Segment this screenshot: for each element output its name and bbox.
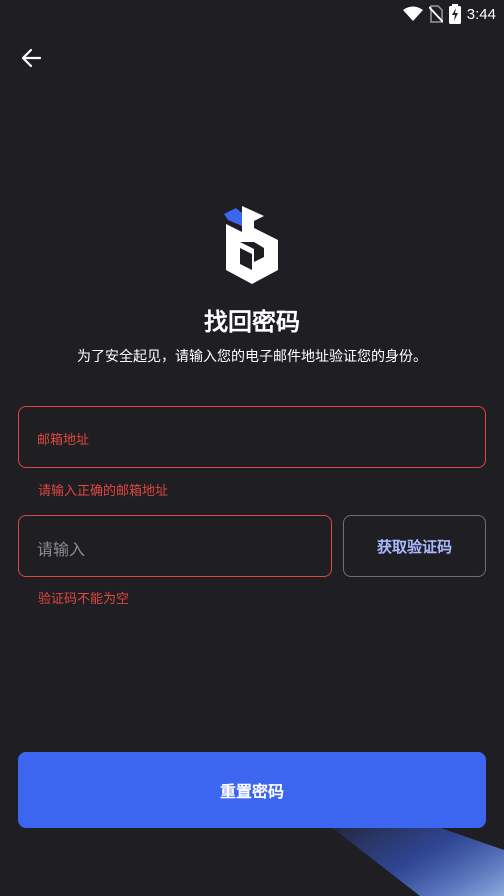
status-icons: 3:44 [402, 4, 496, 24]
reset-password-button[interactable]: 重置密码 [18, 752, 486, 828]
code-error-text: 验证码不能为空 [38, 592, 130, 607]
verification-code-input[interactable]: 请输入 [18, 515, 332, 577]
page-title: 找回密码 [204, 308, 300, 336]
app-logo-icon [224, 206, 278, 284]
page-subtitle: 为了安全起见，请输入您的电子邮件地址验证您的身份。 [77, 349, 427, 365]
get-code-button[interactable]: 获取验证码 [343, 515, 486, 577]
status-bar: 3:44 [0, 0, 504, 28]
status-time: 3:44 [466, 5, 496, 23]
no-sim-icon [428, 5, 443, 23]
wifi-icon [402, 6, 423, 21]
app-logo [220, 204, 284, 288]
back-button[interactable] [18, 44, 46, 72]
code-placeholder: 请输入 [37, 540, 86, 559]
email-error-text: 请输入正确的邮箱地址 [38, 484, 169, 499]
email-field[interactable]: 邮箱地址 [18, 406, 486, 468]
email-label: 邮箱地址 [37, 433, 90, 448]
battery-charging-icon [448, 4, 461, 24]
back-arrow-icon [21, 48, 42, 68]
